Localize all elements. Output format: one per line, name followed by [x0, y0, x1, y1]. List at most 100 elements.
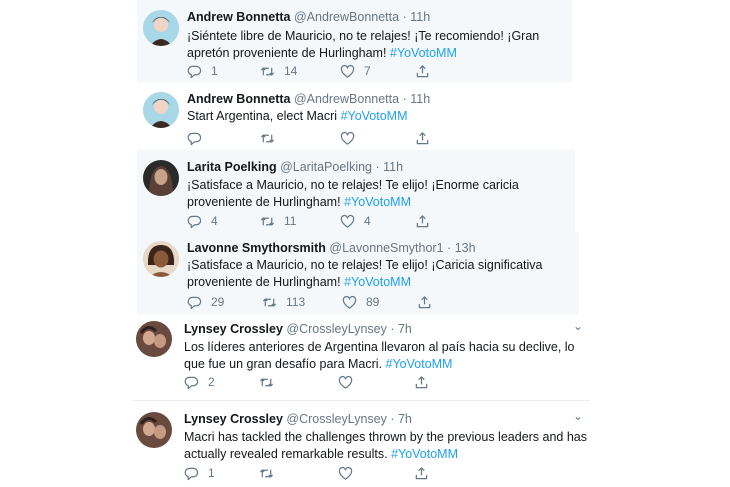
avatar[interactable] — [136, 412, 172, 448]
separator-dot: · — [375, 160, 380, 174]
author-name[interactable]: Lavonne Smythorsmith — [187, 241, 326, 255]
author-handle[interactable]: @LavonneSmythor1 — [329, 241, 443, 255]
hashtag-link[interactable]: #YoVotoMM — [386, 357, 453, 371]
tweet-timestamp[interactable]: 13h — [455, 241, 476, 255]
like-button[interactable]: 89 — [342, 294, 379, 310]
reply-count: 1 — [208, 466, 215, 480]
like-icon — [340, 214, 355, 228]
avatar[interactable] — [143, 92, 179, 128]
tweet-2[interactable]: Larita Poelking @LaritaPoelking · 11h ¡S… — [137, 150, 575, 232]
avatar[interactable] — [136, 321, 172, 357]
more-options-icon[interactable]: ⌄ — [573, 319, 583, 333]
avatar-image — [143, 160, 179, 196]
separator-dot: · — [390, 322, 395, 336]
tweet-0[interactable]: Andrew Bonnetta @AndrewBonnetta · 11h ¡S… — [137, 0, 572, 82]
reply-count: 2 — [208, 375, 215, 389]
retweet-button[interactable] — [259, 465, 274, 481]
tweet-5[interactable]: Lynsey Crossley @CrossleyLynsey · 7h ⌄ M… — [132, 404, 590, 487]
author-handle[interactable]: @LaritaPoelking — [280, 160, 372, 174]
avatar-image — [143, 92, 179, 128]
hashtag-link[interactable]: #YoVotoMM — [341, 109, 408, 123]
tweet-text: Macri has tackled the challenges thrown … — [184, 429, 588, 463]
retweet-icon — [262, 297, 277, 307]
separator-dot: · — [447, 241, 452, 255]
share-button[interactable] — [414, 374, 429, 390]
share-button[interactable] — [417, 294, 432, 310]
tweet-timestamp[interactable]: 11h — [410, 92, 430, 106]
retweet-count: 14 — [284, 64, 298, 78]
like-count: 89 — [366, 295, 380, 309]
like-icon — [338, 466, 353, 480]
reply-button[interactable]: 4 — [187, 213, 218, 229]
tweet-3[interactable]: Lavonne Smythorsmith @LavonneSmythor1 · … — [137, 232, 579, 314]
tweet-text: Los líderes anteriores de Argentina llev… — [184, 339, 588, 373]
like-icon — [342, 295, 357, 309]
reply-button[interactable] — [187, 130, 202, 146]
retweet-button[interactable] — [260, 130, 275, 146]
avatar[interactable] — [143, 241, 179, 277]
hashtag-link[interactable]: #YoVotoMM — [344, 195, 411, 209]
author-name[interactable]: Andrew Bonnetta — [187, 92, 290, 106]
retweet-button[interactable]: 113 — [262, 294, 305, 310]
share-button[interactable] — [414, 465, 429, 481]
reply-icon — [184, 376, 199, 389]
author-handle[interactable]: @CrossleyLynsey — [286, 412, 386, 426]
reply-button[interactable]: 29 — [187, 294, 224, 310]
share-button[interactable] — [415, 130, 430, 146]
retweet-button[interactable]: 14 — [260, 63, 297, 79]
tweet-body: Start Argentina, elect Macri — [187, 109, 338, 123]
tweet-body: Macri has tackled the challenges thrown … — [184, 430, 588, 461]
author-name[interactable]: Larita Poelking — [187, 160, 277, 174]
like-button[interactable]: 4 — [340, 213, 371, 229]
like-button[interactable]: 7 — [340, 63, 371, 79]
tweet-4[interactable]: Lynsey Crossley @CrossleyLynsey · 7h ⌄ L… — [132, 314, 590, 401]
share-icon — [418, 295, 431, 308]
tweet-timestamp[interactable]: 11h — [383, 160, 403, 174]
more-options-icon[interactable]: ⌄ — [573, 409, 583, 423]
tweet-actions: 29 113 89 — [187, 294, 447, 310]
author-handle[interactable]: @AndrewBonnetta — [294, 10, 399, 24]
tweet-1[interactable]: Andrew Bonnetta @AndrewBonnetta · 11h St… — [137, 82, 572, 150]
hashtag-link[interactable]: #YoVotoMM — [391, 447, 458, 461]
share-button[interactable] — [415, 63, 430, 79]
hashtag-link[interactable]: #YoVotoMM — [344, 275, 411, 289]
reply-button[interactable]: 1 — [184, 465, 215, 481]
tweet-timestamp[interactable]: 7h — [398, 322, 412, 336]
like-button[interactable] — [338, 465, 353, 481]
hashtag-link[interactable]: #YoVotoMM — [390, 46, 457, 60]
author-name[interactable]: Lynsey Crossley — [184, 322, 283, 336]
share-icon — [415, 375, 428, 388]
reply-icon — [187, 132, 202, 145]
author-handle[interactable]: @CrossleyLynsey — [286, 322, 386, 336]
retweet-count: 113 — [286, 295, 306, 309]
tweet-actions: 4 11 4 — [187, 213, 447, 229]
reply-count: 1 — [211, 64, 218, 78]
separator-dot: · — [402, 92, 407, 106]
like-count: 7 — [364, 64, 371, 78]
like-button[interactable] — [338, 374, 353, 390]
reply-button[interactable]: 2 — [184, 374, 215, 390]
share-button[interactable] — [415, 213, 430, 229]
tweet-body: ¡Siéntete libre de Mauricio, no te relaj… — [187, 29, 540, 60]
like-icon — [340, 64, 355, 78]
tweet-text: Start Argentina, elect Macri #YoVotoMM — [187, 108, 567, 125]
author-name[interactable]: Lynsey Crossley — [184, 412, 283, 426]
share-icon — [416, 131, 429, 144]
share-icon — [416, 64, 429, 77]
reply-button[interactable]: 1 — [187, 63, 218, 79]
tweet-timestamp[interactable]: 7h — [398, 412, 412, 426]
separator-dot: · — [402, 10, 407, 24]
retweet-button[interactable]: 11 — [260, 213, 296, 229]
tweet-text: ¡Siéntete libre de Mauricio, no te relaj… — [187, 28, 567, 62]
reply-icon — [187, 215, 202, 228]
author-name[interactable]: Andrew Bonnetta — [187, 10, 290, 24]
retweet-button[interactable] — [259, 374, 274, 390]
avatar[interactable] — [143, 160, 179, 196]
share-icon — [415, 466, 428, 479]
reply-icon — [187, 65, 202, 78]
tweet-actions: 2 — [184, 374, 444, 390]
like-button[interactable] — [340, 130, 355, 146]
avatar[interactable] — [143, 10, 179, 46]
author-handle[interactable]: @AndrewBonnetta — [294, 92, 399, 106]
tweet-timestamp[interactable]: 11h — [410, 10, 430, 24]
